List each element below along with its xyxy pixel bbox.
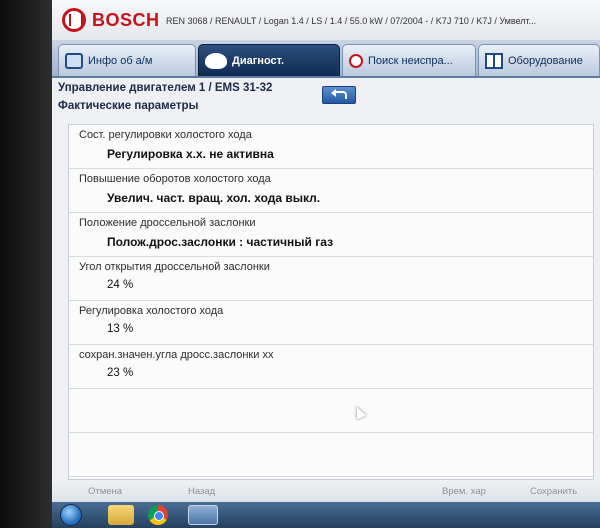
tab-vehicle-info[interactable]: Инфо об а/м bbox=[58, 44, 196, 76]
diagnosis-icon bbox=[205, 52, 227, 69]
parameter-value: 24 % bbox=[107, 279, 134, 291]
taskbar bbox=[52, 502, 600, 528]
main-tabs: Инфо об а/м Диагност. Поиск неиспра... О… bbox=[52, 40, 600, 78]
page-header: Управление двигателем 1 / EMS 31-32 Факт… bbox=[58, 82, 594, 118]
start-button-icon[interactable] bbox=[60, 504, 82, 526]
vehicle-info: REN 3068 / RENAULT / Logan 1.4 / LS / 1.… bbox=[166, 16, 537, 26]
bosch-logo-icon bbox=[62, 8, 86, 32]
parameter-label: Сост. регулировки холостого хода bbox=[79, 129, 252, 141]
empty-row bbox=[69, 389, 593, 433]
tab-label: Поиск неиспра... bbox=[368, 54, 453, 67]
save-button[interactable]: Сохранить bbox=[530, 486, 577, 497]
parameter-label: Угол открытия дроссельной заслонки bbox=[79, 261, 270, 273]
monitor-bezel bbox=[0, 0, 52, 528]
app-taskbar-icon[interactable] bbox=[188, 505, 218, 525]
chrome-icon[interactable] bbox=[148, 505, 168, 525]
folder-icon[interactable] bbox=[108, 505, 134, 525]
list-item[interactable]: Угол открытия дроссельной заслонки 24 % bbox=[69, 257, 593, 301]
parameter-label: Регулировка холостого хода bbox=[79, 305, 224, 317]
parameter-label: Повышение оборотов холостого хода bbox=[79, 173, 271, 185]
search-icon bbox=[349, 53, 363, 68]
parameter-label: сохран.значен.угла дросс.заслонки хх bbox=[79, 349, 274, 361]
tab-label: Инфо об а/м bbox=[88, 54, 153, 67]
list-item[interactable]: сохран.значен.угла дросс.заслонки хх 23 … bbox=[69, 345, 593, 389]
parameter-value: Регулировка х.х. не активна bbox=[107, 147, 274, 161]
tab-equipment[interactable]: Оборудование bbox=[478, 44, 600, 76]
cancel-button[interactable]: Отмена bbox=[88, 486, 122, 497]
tab-label: Оборудование bbox=[508, 54, 583, 67]
parameter-value: Полож.дрос.заслонки : частичный газ bbox=[107, 235, 334, 249]
parameter-list: Сост. регулировки холостого хода Регулир… bbox=[68, 124, 594, 480]
tab-label: Диагност. bbox=[232, 54, 285, 67]
list-item[interactable]: Сост. регулировки холостого хода Регулир… bbox=[69, 125, 593, 169]
tab-diagnosis[interactable]: Диагност. bbox=[198, 44, 340, 76]
parameter-value: Увелич. част. вращ. хол. хода выкл. bbox=[107, 191, 321, 205]
car-icon bbox=[65, 52, 83, 69]
parameter-value: 23 % bbox=[107, 367, 134, 379]
list-item[interactable]: Повышение оборотов холостого хода Увелич… bbox=[69, 169, 593, 213]
empty-row bbox=[69, 433, 593, 477]
back-nav-button[interactable]: Назад bbox=[188, 486, 215, 497]
back-arrow-icon bbox=[331, 89, 347, 100]
list-item[interactable]: Положение дроссельной заслонки Полож.дро… bbox=[69, 213, 593, 257]
record-button[interactable]: Врем. хар bbox=[442, 486, 486, 497]
parameter-label: Положение дроссельной заслонки bbox=[79, 217, 256, 229]
parameter-value: 13 % bbox=[107, 323, 134, 335]
book-icon bbox=[485, 52, 503, 69]
list-item[interactable]: Регулировка холостого хода 13 % bbox=[69, 301, 593, 345]
app-header: BOSCH REN 3068 / RENAULT / Logan 1.4 / L… bbox=[52, 0, 600, 40]
tab-fault-search[interactable]: Поиск неиспра... bbox=[342, 44, 476, 76]
bottom-button-bar: Отмена Назад Врем. хар Сохранить bbox=[52, 482, 600, 502]
application-window: BOSCH REN 3068 / RENAULT / Logan 1.4 / L… bbox=[52, 0, 600, 528]
back-button[interactable] bbox=[322, 86, 356, 104]
brand-name: BOSCH bbox=[92, 10, 160, 30]
